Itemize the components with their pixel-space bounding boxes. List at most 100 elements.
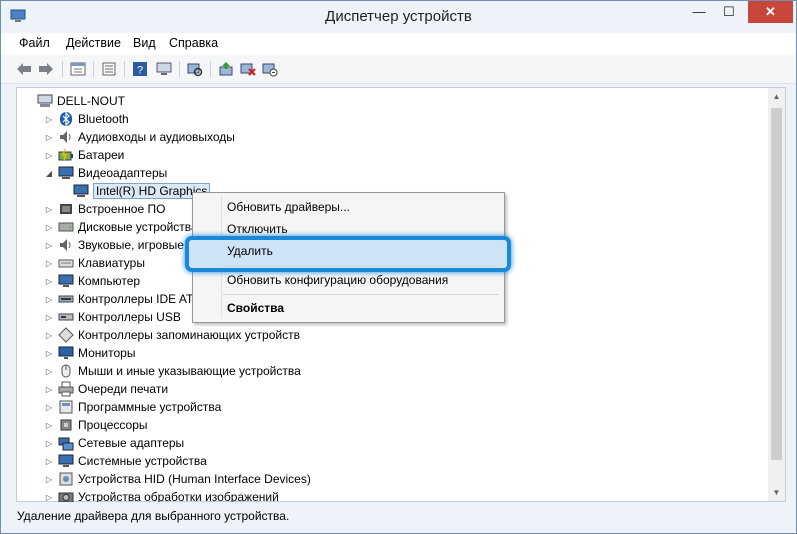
battery-icon (58, 147, 74, 163)
menu-separator (223, 294, 499, 295)
tree-category-item[interactable]: ▷ Очереди печати (44, 380, 168, 398)
ctx-uninstall[interactable]: Удалить (227, 244, 273, 258)
tree-device-item[interactable]: Intel(R) HD Graphics (73, 182, 211, 200)
ctx-properties[interactable]: Свойства (227, 301, 284, 315)
scan-hardware-icon[interactable] (186, 60, 204, 78)
maximize-button[interactable]: ☐ (716, 1, 742, 23)
menu-file[interactable]: Файл (19, 36, 50, 50)
tree-item-label: Видеоадаптеры (78, 166, 168, 180)
tree-item-label: Bluetooth (78, 112, 129, 126)
tree-item-label: Контроллеры USB (78, 310, 181, 324)
uninstall-device-icon[interactable] (239, 60, 257, 78)
tree-category-item[interactable]: ▷ Системные устройства (44, 452, 207, 470)
menu-separator (223, 266, 499, 267)
tree-category-item[interactable]: ▷ Контроллеры USB (44, 308, 181, 326)
collapsed-arrow-icon[interactable]: ▷ (44, 259, 54, 268)
expanded-arrow-icon[interactable]: ◢ (44, 169, 54, 178)
collapsed-arrow-icon[interactable]: ▷ (44, 457, 54, 466)
storage-controller-icon (58, 327, 74, 343)
tree-item-label: Процессоры (78, 418, 148, 432)
toolbar-separator (179, 61, 180, 77)
minimize-button[interactable]: — (686, 1, 712, 23)
tree-category-item[interactable]: ◢ Видеоадаптеры (44, 164, 167, 182)
close-button[interactable]: ✕ (748, 1, 793, 23)
forward-arrow-icon[interactable] (37, 60, 55, 78)
collapsed-arrow-icon[interactable]: ▷ (44, 115, 54, 124)
update-driver-icon[interactable] (217, 60, 235, 78)
tree-item-label: Аудиовходы и аудиовыходы (78, 130, 235, 144)
list-icon[interactable] (100, 60, 118, 78)
collapsed-arrow-icon[interactable]: ▷ (44, 223, 54, 232)
tree-category-item[interactable]: ▷ Bluetooth (44, 110, 129, 128)
collapsed-arrow-icon[interactable]: ▷ (44, 151, 54, 160)
collapsed-arrow-icon[interactable]: ▷ (44, 205, 54, 214)
collapsed-arrow-icon[interactable]: ▷ (44, 439, 54, 448)
vertical-scrollbar[interactable]: ▲ ▼ (768, 88, 785, 501)
tree-category-item[interactable]: ▷ Дисковые устройства (44, 218, 198, 236)
collapsed-arrow-icon[interactable]: ▷ (44, 385, 54, 394)
printer-icon (58, 381, 74, 397)
speaker-icon (58, 237, 74, 253)
tree-category-item[interactable]: ▷ Программные устройства (44, 398, 221, 416)
collapsed-arrow-icon[interactable]: ▷ (44, 403, 54, 412)
properties-icon[interactable] (69, 60, 87, 78)
processor-icon (58, 417, 74, 433)
tree-item-label: Сетевые адаптеры (78, 436, 185, 450)
tree-root[interactable]: DELL-NOUT (37, 92, 125, 110)
window-title: Диспетчер устройств (325, 8, 472, 25)
toolbar-separator (93, 61, 94, 77)
tree-category-item[interactable]: ▷ Мыши и иные указывающие устройства (44, 362, 301, 380)
status-bar: Удаление драйвера для выбранного устройс… (1, 502, 796, 533)
tree-category-item[interactable]: ▷ Аудиовходы и аудиовыходы (44, 128, 235, 146)
collapsed-arrow-icon[interactable]: ▷ (44, 349, 54, 358)
tree-category-item[interactable]: ▷ Сетевые адаптеры (44, 434, 184, 452)
title-bar[interactable]: Диспетчер устройств — ☐ ✕ (1, 1, 796, 33)
ctx-update-drivers[interactable]: Обновить драйверы... (227, 200, 350, 214)
toolbar-separator (124, 61, 125, 77)
menu-help[interactable]: Справка (169, 36, 218, 50)
tree-category-item[interactable]: ▷ Мониторы (44, 344, 136, 362)
tree-item-label: Очереди печати (78, 382, 169, 396)
disk-icon (58, 219, 74, 235)
computer-icon (37, 93, 53, 109)
scroll-down-arrow-icon[interactable]: ▼ (768, 484, 785, 501)
tree-category-item[interactable]: ▷ Компьютер (44, 272, 140, 290)
ctx-disable[interactable]: Отключить (227, 222, 288, 236)
tree-category-item[interactable]: ▷ Клавиатуры (44, 254, 145, 272)
tree-category-item[interactable]: ▷ Контроллеры запоминающих устройств (44, 326, 300, 344)
collapsed-arrow-icon[interactable]: ▷ (44, 133, 54, 142)
menu-action[interactable]: Действие (66, 36, 121, 50)
menu-view[interactable]: Вид (133, 36, 156, 50)
mouse-icon (58, 363, 74, 379)
scroll-up-arrow-icon[interactable]: ▲ (768, 88, 785, 105)
collapsed-arrow-icon[interactable]: ▷ (44, 421, 54, 430)
collapsed-arrow-icon[interactable]: ▷ (44, 313, 54, 322)
tree-category-item[interactable]: ▷ Устройства HID (Human Interface Devices… (44, 470, 311, 488)
ctx-scan-hardware[interactable]: Обновить конфигурацию оборудования (227, 273, 448, 287)
bluetooth-icon (58, 111, 74, 127)
help-icon[interactable]: ? (131, 60, 149, 78)
tree-category-item[interactable]: ▷ Батареи (44, 146, 124, 164)
tree-category-item[interactable]: ▷ Процессоры (44, 416, 148, 434)
collapsed-arrow-icon[interactable]: ▷ (44, 367, 54, 376)
tree-item-label: Мониторы (78, 346, 136, 360)
tree-item-label: Мыши и иные указывающие устройства (78, 364, 301, 378)
collapsed-arrow-icon[interactable]: ▷ (44, 277, 54, 286)
collapsed-arrow-icon[interactable]: ▷ (44, 331, 54, 340)
collapsed-arrow-icon[interactable]: ▷ (44, 493, 54, 502)
ide-controller-icon (58, 291, 74, 307)
computer-icon[interactable] (155, 60, 173, 78)
tree-item-label: Дисковые устройства (78, 220, 198, 234)
collapsed-arrow-icon[interactable]: ▷ (44, 295, 54, 304)
display-adapter-icon (73, 183, 89, 199)
network-adapter-icon (58, 435, 74, 451)
tree-item-label: Компьютер (78, 274, 141, 288)
enable-device-icon[interactable] (261, 60, 279, 78)
collapsed-arrow-icon[interactable]: ▷ (44, 475, 54, 484)
toolbar-separator (210, 61, 211, 77)
back-arrow-icon[interactable] (15, 60, 33, 78)
tree-category-item[interactable]: ▷ Встроенное ПО (44, 200, 166, 218)
status-text: Удаление драйвера для выбранного устройс… (17, 509, 290, 523)
scroll-thumb[interactable] (771, 108, 782, 460)
collapsed-arrow-icon[interactable]: ▷ (44, 241, 54, 250)
